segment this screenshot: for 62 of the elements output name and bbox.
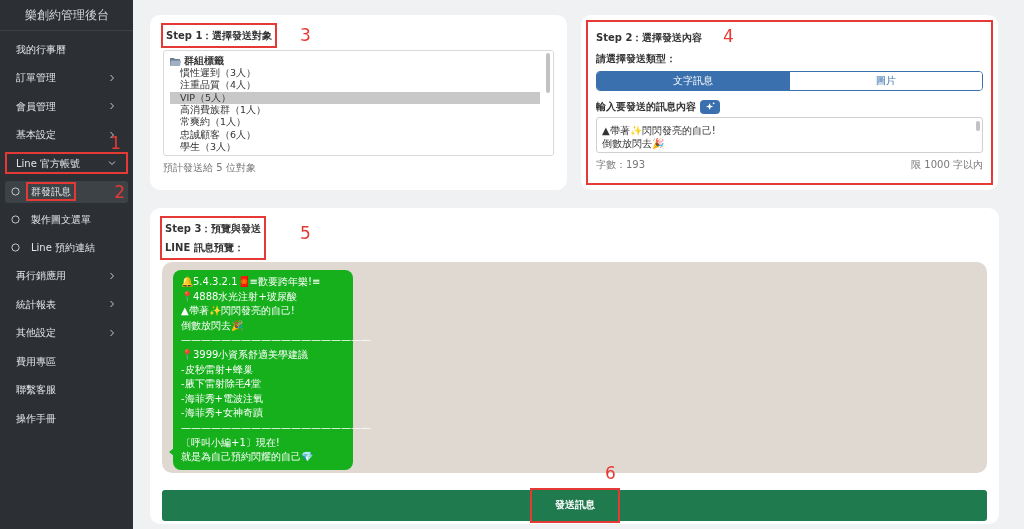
bubble-line: 就是為自己預約閃耀的自己💎 xyxy=(181,450,313,465)
annotation-number: 1 xyxy=(110,135,121,152)
textarea-line: 倒數放閃去🎉 xyxy=(602,137,664,150)
app-title: 樂創約管理後台 xyxy=(24,7,109,24)
type-label: 請選擇發送類型： xyxy=(596,52,676,66)
annotation-number: 4 xyxy=(723,28,734,45)
sidebar-item[interactable]: 操作手冊 xyxy=(16,410,56,426)
tree-group-label: 群組標籤 xyxy=(184,53,224,68)
sidebar-item[interactable]: 其他設定 xyxy=(16,325,56,341)
type-tab[interactable]: 文字訊息 xyxy=(597,72,790,90)
step-title: Step 2：選擇發送內容 xyxy=(596,31,703,45)
annotation-number: 3 xyxy=(300,27,311,44)
recipient-hint: 預計發送給 5 位對象 xyxy=(163,161,257,175)
sidebar-item[interactable]: 訂單管理 xyxy=(16,70,56,86)
sparkle-icon xyxy=(705,102,715,111)
bubble-line: 〔呼叫小編+1〕現在! xyxy=(181,435,280,450)
annotation-number: 6 xyxy=(605,465,616,482)
circle-icon xyxy=(11,187,20,196)
char-count: 字數：193 xyxy=(596,158,646,172)
bubble-line: 🔔5.4.3.2.1🧧≡歡要跨年樂!≡ xyxy=(181,275,321,289)
char-limit: 限 1000 字以內 xyxy=(911,158,983,172)
send-button[interactable]: 發送訊息 xyxy=(162,490,987,521)
bubble-line: -皮秒雷射+蜂巢 xyxy=(181,362,253,377)
folder-icon xyxy=(170,56,181,66)
sidebar-item[interactable]: 基本設定 xyxy=(16,127,56,143)
content-label: 輸入要發送的訊息內容 xyxy=(596,100,696,114)
sparkle-button[interactable] xyxy=(700,99,720,114)
bubble-line: ▲帶著✨閃閃發亮的自己! xyxy=(181,304,295,319)
bubble-line: -海菲秀+電波注氧 xyxy=(181,391,263,406)
tree-item[interactable]: 注重品質（4人） xyxy=(170,79,540,92)
textarea-line: ▲帶著✨閃閃發亮的自己! xyxy=(602,124,716,137)
tree-item[interactable]: 學生（3人） xyxy=(170,140,540,154)
bubble-line: ——————————————————— xyxy=(181,420,371,435)
sidebar-item[interactable]: 費用專區 xyxy=(16,353,56,369)
sidebar-item[interactable]: 再行銷應用 xyxy=(16,268,66,284)
tree-item[interactable]: 常爽約（1人） xyxy=(170,116,540,129)
bubble-line: 倒數放閃去🎉 xyxy=(181,318,243,333)
scrollbar[interactable] xyxy=(546,51,553,155)
sidebar-item[interactable]: 會員管理 xyxy=(16,98,56,114)
circle-icon xyxy=(11,215,20,224)
sidebar-item[interactable]: 聯繫客服 xyxy=(16,382,56,398)
bubble-line: ——————————————————— xyxy=(181,333,371,348)
sidebar-item[interactable]: 統計報表 xyxy=(16,296,56,312)
step-title: Step 3：預覽與發送 xyxy=(165,222,262,236)
circle-icon xyxy=(11,243,20,252)
preview-label: LINE 訊息預覽： xyxy=(165,241,245,255)
annotation-number: 2 xyxy=(114,183,125,201)
sidebar-subitem[interactable]: Line 預約連結 xyxy=(5,236,128,259)
tree-item[interactable]: VIP（5人） xyxy=(170,91,540,104)
bubble-line: 📍3999小資系舒適美學建議 xyxy=(181,347,309,362)
sidebar-item[interactable]: Line 官方帳號 xyxy=(16,155,81,171)
annotation-number: 5 xyxy=(300,225,311,242)
tree-item[interactable]: 忠誠顧客（6人） xyxy=(170,128,540,141)
tree-item[interactable]: 高消費族群（1人） xyxy=(170,103,540,117)
bubble-line: -腋下雷射除毛4堂 xyxy=(181,377,261,392)
step-title: Step 1：選擇發送對象 xyxy=(163,25,276,46)
sidebar-item[interactable]: 我的行事曆 xyxy=(16,41,66,57)
bubble-line: 📍4888水光注射+玻尿酸 xyxy=(181,289,297,304)
bubble-line: -海菲秀+女神奇蹟 xyxy=(181,406,263,421)
tree-item[interactable]: 慣性遲到（3人） xyxy=(170,67,540,80)
message-textarea[interactable]: ▲帶著✨閃閃發亮的自己! 倒數放閃去🎉 xyxy=(596,117,983,153)
sidebar-subitem[interactable]: 製作圖文選單 xyxy=(5,208,128,231)
